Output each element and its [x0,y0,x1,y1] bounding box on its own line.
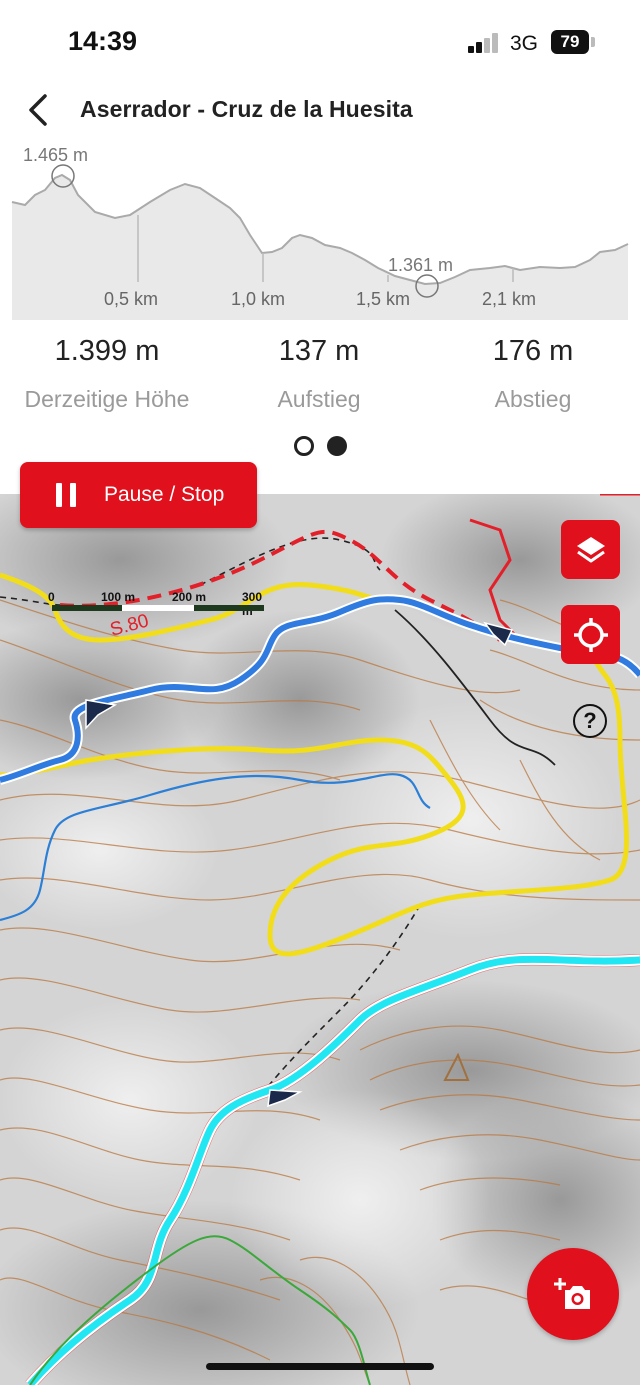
page-dot-active[interactable] [327,436,347,456]
pause-icon [56,483,76,507]
status-time: 14:39 [68,26,138,56]
add-photo-button[interactable] [527,1248,619,1340]
home-indicator[interactable] [206,1363,434,1370]
profile-min-label: 1.361 m [388,255,454,275]
pause-stop-button[interactable]: Pause / Stop [20,462,257,528]
header: Aserrador - Cruz de la Huesita [0,80,640,140]
scale-label: 100 m [101,590,136,604]
route-title: Aserrador - Cruz de la Huesita [80,96,413,122]
back-button[interactable] [20,90,56,130]
distance-tick: 1,0 km [231,289,286,309]
stat-value: 1.399 m [54,335,160,367]
locate-button[interactable] [561,605,620,664]
elevation-chart [11,164,629,320]
crosshair-icon [573,617,608,652]
scale-label: 0 [48,590,55,604]
stat-value: 176 m [492,335,574,367]
map-view[interactable]: S.80 ? [0,494,640,1385]
topo-map: S.80 [0,494,640,1385]
distance-tick: 1,5 km [356,289,411,309]
profile-max-label: 1.465 m [23,145,89,165]
stat-ascent: 137 m Aufstieg [209,335,429,413]
map-scale-bar: 0 100 m 200 m 300 m [48,590,268,620]
status-bar: 14:39 3G 79 [0,0,640,80]
map-layers-button[interactable] [561,520,620,579]
battery-icon: 79 [551,30,589,54]
elevation-profile[interactable]: 1.465 m 1.361 m 0,5 km 1,0 km 1,5 km 2,1… [0,140,640,320]
network-type: 3G [510,32,539,55]
chevron-left-icon [29,94,47,126]
distance-tick: 0,5 km [104,289,159,309]
help-icon[interactable]: ? [573,704,607,738]
stat-label: Aufstieg [277,386,361,412]
stat-value: 137 m [278,335,360,367]
distance-tick: 2,1 km [482,289,537,309]
page-dot[interactable] [294,436,314,456]
layers-icon [576,536,605,562]
battery-tip [591,37,595,47]
signal-icon [468,33,504,53]
stat-label: Abstieg [494,386,572,412]
camera-plus-icon [554,1278,590,1309]
stat-current-altitude: 1.399 m Derzeitige Höhe [0,335,217,413]
pause-stop-label: Pause / Stop [104,483,225,506]
stat-descent: 176 m Abstieg [423,335,640,413]
scale-label: 200 m [172,590,207,604]
stat-label: Derzeitige Höhe [24,386,190,412]
page-indicator[interactable] [292,435,352,457]
scale-label: 300 m [242,590,263,618]
